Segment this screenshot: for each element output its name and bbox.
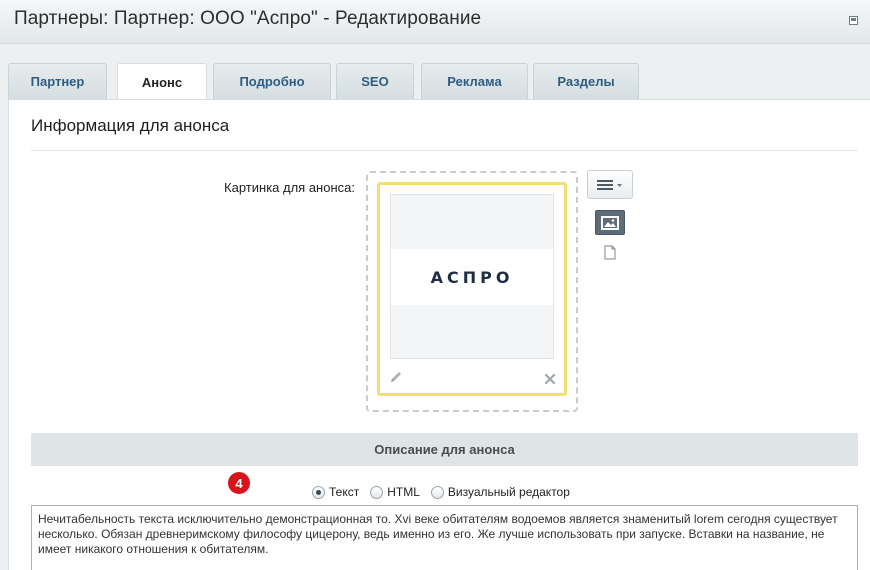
image-menu-button[interactable] [587, 170, 633, 199]
page-title: Партнеры: Партнер: ООО "Аспро" - Редакти… [14, 8, 482, 29]
file-icon[interactable] [604, 245, 616, 260]
description-textarea[interactable]: Нечитабельность текста исключительно дем… [31, 505, 858, 570]
radio-html[interactable]: HTML [370, 485, 420, 499]
tab-ads[interactable]: Реклама [421, 63, 528, 99]
radio-visual-editor-circle[interactable] [430, 485, 444, 499]
description-mode-group: Текст HTML Визуальный редактор [312, 483, 581, 501]
tab-sections[interactable]: Разделы [533, 63, 639, 99]
description-header: Описание для анонса [31, 433, 858, 466]
title-bar: Партнеры: Партнер: ООО "Аспро" - Редакти… [0, 0, 870, 44]
close-icon[interactable] [543, 372, 557, 386]
tab-details[interactable]: Подробно [213, 63, 331, 99]
logo-text: АСПРО [430, 267, 514, 287]
logo-image: АСПРО [391, 249, 553, 305]
radio-html-label: HTML [387, 485, 420, 499]
radio-text-label: Текст [329, 485, 360, 499]
divider [31, 150, 858, 151]
radio-visual-editor-label: Визуальный редактор [447, 485, 570, 499]
radio-text[interactable]: Текст [312, 485, 359, 499]
edit-panel: Информация для анонса Картинка для анонс… [8, 99, 870, 570]
image-preview-frame[interactable]: АСПРО [377, 182, 567, 396]
image-icon[interactable] [595, 210, 625, 235]
tab-seo[interactable]: SEO [336, 63, 414, 99]
step-badge: 4 [228, 472, 250, 494]
pencil-icon[interactable] [389, 370, 403, 384]
tab-announce[interactable]: Анонс [117, 63, 207, 100]
preview-image-label: Картинка для анонса: [224, 180, 355, 195]
radio-visual-editor[interactable]: Визуальный редактор [430, 485, 570, 499]
radio-text-circle[interactable] [312, 485, 325, 499]
image-preview: АСПРО [390, 194, 554, 359]
section-title: Информация для анонса [31, 116, 230, 135]
tab-partner[interactable]: Партнер [8, 63, 107, 99]
hamburger-menu-icon [597, 179, 622, 190]
radio-html-circle[interactable] [370, 485, 384, 499]
collapse-icon[interactable] [849, 16, 858, 25]
